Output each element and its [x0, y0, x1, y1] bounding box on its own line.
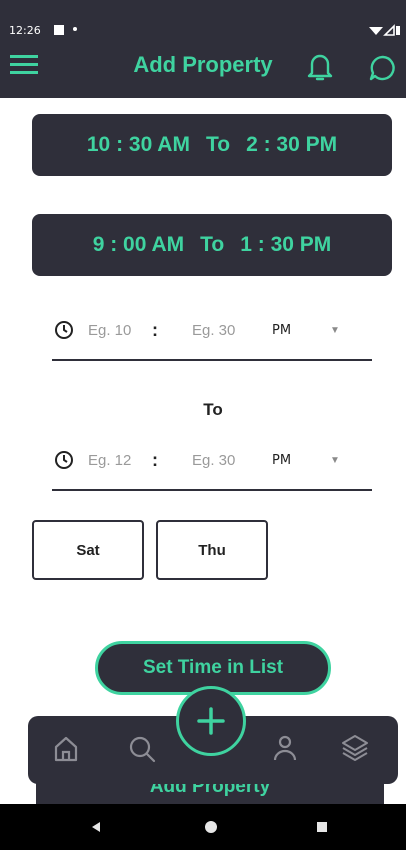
search-icon[interactable]: [128, 735, 156, 763]
to-label: To: [203, 400, 223, 419]
bell-icon[interactable]: [306, 52, 334, 82]
from-time-picker: Eg. 10 : Eg. 30 PM ▼: [52, 310, 372, 350]
time-slot-card[interactable]: 10 : 30 AM To 2 : 30 PM: [32, 114, 392, 176]
dot-icon: [73, 27, 77, 31]
clock-icon: [55, 321, 73, 339]
status-time: 12:26: [9, 24, 41, 37]
page-title: Add Property: [133, 52, 273, 77]
plus-icon: [197, 707, 225, 735]
profile-icon[interactable]: [270, 733, 300, 763]
signal-icon: [369, 24, 400, 36]
home-circle-icon[interactable]: [204, 820, 218, 834]
day-chip[interactable]: Sat: [32, 520, 144, 580]
chevron-down-icon[interactable]: ▼: [330, 325, 340, 336]
back-icon[interactable]: [90, 821, 102, 833]
chat-icon[interactable]: [368, 54, 398, 82]
hour-input[interactable]: Eg. 10: [88, 322, 152, 339]
ampm-select[interactable]: PM: [272, 453, 330, 468]
slot-end: 2 : 30 PM: [246, 133, 338, 156]
ampm-select[interactable]: PM: [272, 323, 330, 338]
add-fab-button[interactable]: [176, 686, 246, 756]
chevron-down-icon[interactable]: ▼: [330, 455, 340, 466]
from-time-underline: [52, 359, 372, 361]
notification-icon: [54, 25, 64, 35]
to-time-picker: Eg. 12 : Eg. 30 PM ▼: [52, 440, 372, 480]
home-icon[interactable]: [53, 735, 79, 763]
day-chip[interactable]: Thu: [156, 520, 268, 580]
slot-separator: To: [200, 233, 225, 256]
colon-label: :: [152, 449, 158, 470]
to-time-underline: [52, 489, 372, 491]
slot-start: 10 : 30 AM: [86, 133, 190, 156]
slot-start: 9 : 00 AM: [92, 233, 185, 256]
app-bar: [0, 0, 406, 98]
colon-label: :: [152, 319, 158, 340]
slot-separator: To: [205, 133, 231, 156]
recents-icon[interactable]: [316, 821, 328, 833]
hour-input[interactable]: Eg. 12: [88, 452, 152, 469]
clock-icon: [55, 451, 73, 469]
time-slot-card[interactable]: 9 : 00 AM To 1 : 30 PM: [32, 214, 392, 276]
slot-end: 1 : 30 PM: [240, 233, 332, 256]
minute-input[interactable]: Eg. 30: [192, 452, 272, 469]
minute-input[interactable]: Eg. 30: [192, 322, 272, 339]
layers-icon[interactable]: [340, 733, 370, 763]
system-nav-bar: [0, 804, 406, 850]
